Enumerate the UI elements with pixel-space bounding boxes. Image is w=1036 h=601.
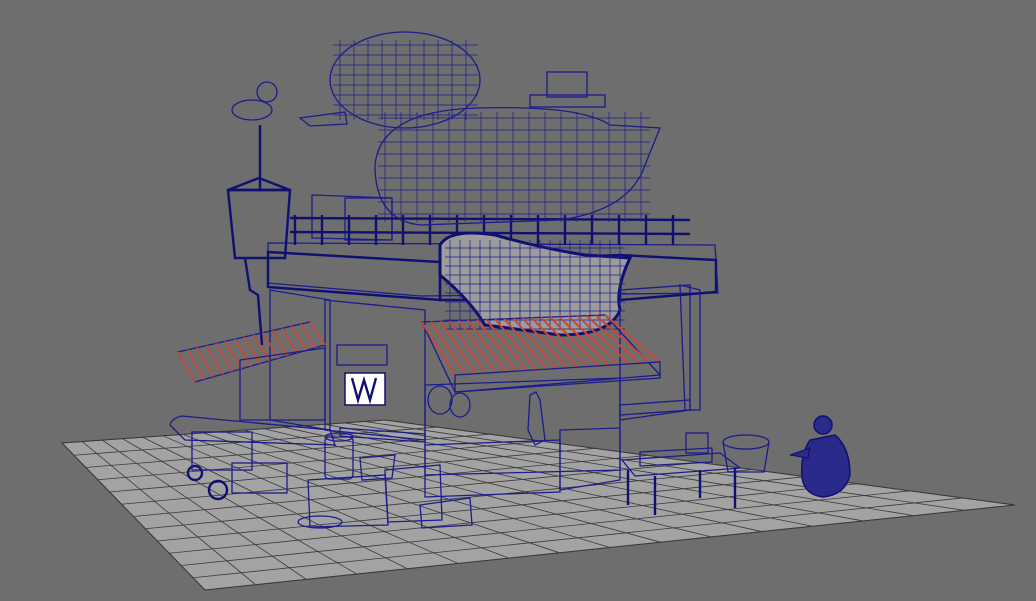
water-tank[interactable] (226, 176, 292, 346)
ground-grid (60, 419, 1016, 591)
small-goose-figure (527, 391, 546, 446)
duck-weathervane[interactable] (231, 81, 278, 190)
wireframe-scene[interactable] (0, 0, 1036, 601)
side-awning[interactable] (177, 321, 327, 421)
3d-viewport[interactable] (0, 0, 1036, 601)
